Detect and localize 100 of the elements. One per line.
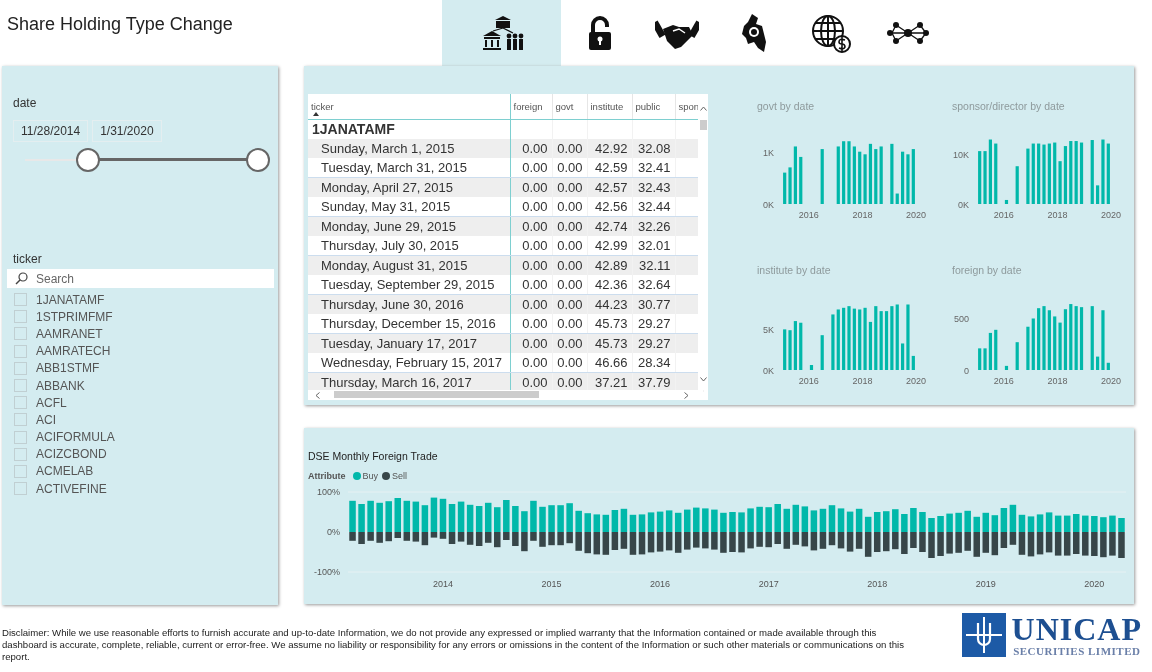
table-cell: 32.41 [637,160,671,175]
ticker-option[interactable]: 1JANATAMF [36,292,105,307]
legend-title: Attribute [308,471,346,481]
table-cell: 0.00 [557,160,583,175]
axis-label: 0K [763,200,774,210]
table-cell: 0.00 [557,258,583,273]
axis-label: 2016 [650,579,671,589]
start-date-field[interactable]: 11/28/2014 [13,120,89,142]
axis-label: 2018 [1047,376,1068,386]
table-cell: 0.00 [522,277,548,292]
ticker-option[interactable]: 1STPRIMFMF [36,309,113,324]
column-header[interactable]: spon [678,101,700,112]
table-cell: 0.00 [557,277,583,292]
axis-label: -100% [314,567,340,577]
axis-label: 1K [763,147,774,158]
table-cell: 0.00 [522,375,548,390]
axis-label: 0 [964,366,969,376]
table-cell: 32.44 [637,199,671,214]
table-cell: 0.00 [557,238,583,253]
table-cell: 0.00 [557,355,583,370]
column-header[interactable]: institute [590,101,624,112]
table-cell: 42.74 [594,219,628,234]
ticker-option[interactable]: ACIZCBOND [36,447,107,462]
table-cell: 0.00 [557,336,583,351]
table-cell: 0.00 [557,141,583,156]
table-cell: Tuesday, September 29, 2015 [321,277,495,292]
legend-label[interactable]: Sell [392,471,408,481]
table-cell: 0.00 [522,336,548,351]
axis-label: 2016 [993,210,1014,220]
table-cell: Tuesday, March 31, 2015 [321,160,467,175]
ticker-option[interactable]: ACFL [36,395,67,410]
logo-subtitle: SECURITIES LIMITED [1013,645,1141,657]
ticker-option[interactable]: ACI [36,412,56,427]
ticker-option[interactable]: ABB1STMF [36,361,100,376]
axis-label: 0% [327,527,340,537]
legend-label[interactable]: Buy [362,471,378,481]
column-header[interactable]: govt [555,101,574,112]
table-cell: 0.00 [522,219,548,234]
column-header[interactable]: public [635,101,661,112]
table-cell: Thursday, March 16, 2017 [321,375,472,390]
table-cell: 29.27 [637,316,671,331]
table-cell: 37.21 [594,375,628,390]
table-cell: 0.00 [522,316,548,331]
table-cell: 42.36 [594,277,628,292]
table-cell: 0.00 [522,258,548,273]
table-cell: 0.00 [557,180,583,195]
table-cell: 0.00 [557,219,583,234]
axis-label: 2018 [852,210,873,220]
table-cell: 32.26 [637,219,671,234]
ticker-option[interactable]: AAMRANET [36,326,103,341]
table-cell: Sunday, May 31, 2015 [321,199,451,214]
ticker-option[interactable]: AAMRATECH [36,344,111,359]
table-cell: 0.00 [522,160,548,175]
axis-label: 2020 [1101,210,1121,220]
table-cell: 29.27 [637,336,671,351]
ticker-option[interactable]: ACMELAB [36,464,94,479]
table-cell: Thursday, June 30, 2016 [321,297,464,312]
search-field[interactable]: Search [7,269,274,288]
table-cell: Monday, June 29, 2015 [321,219,456,234]
table-cell: Tuesday, January 17, 2017 [321,336,478,351]
table-cell: 0.00 [522,141,548,156]
ticker-option[interactable]: ACTIVEFINE [36,481,107,496]
table-cell: 45.73 [594,316,628,331]
table-cell: 28.34 [637,355,671,370]
table-cell: 0.00 [557,316,583,331]
table-cell: Monday, August 31, 2015 [321,258,468,273]
end-date-field[interactable]: 1/31/2020 [92,120,162,142]
chart-title: sponsor/director by date [951,99,1066,112]
axis-label: 0K [958,200,969,210]
axis-label: 500 [953,314,969,325]
table-cell: 0.00 [522,199,548,214]
table-cell: Monday, April 27, 2015 [321,180,453,195]
ticker-option[interactable]: ABBANK [36,378,85,393]
table-cell: 32.43 [637,180,671,195]
table-cell: 37.79 [637,375,671,390]
table-cell: 0.00 [522,297,548,312]
table-cell: 42.57 [594,180,628,195]
table-cell: Thursday, July 30, 2015 [321,238,459,253]
axis-label: 2018 [1047,210,1068,220]
ticker-option[interactable]: ACIFORMULA [36,430,115,445]
chart-title: foreign by date [951,264,1023,276]
axis-label: 100% [316,487,340,497]
column-header[interactable]: ticker [311,101,334,112]
column-header[interactable]: foreign [513,101,543,112]
group-header[interactable]: 1JANATAMF [312,121,395,137]
slicer-label: ticker [13,252,42,266]
table-cell: 42.59 [594,160,628,175]
logo-name: UNICAP [1011,613,1142,645]
chart-title: institute by date [756,264,832,276]
table-cell: 42.99 [594,238,628,253]
table-cell: 0.00 [557,375,583,390]
axis-label: 2020 [1101,376,1121,386]
table-cell: 32.08 [637,141,671,156]
table-cell: 0.00 [522,355,548,370]
axis-label: 2014 [432,579,453,589]
table-cell: 42.92 [594,141,628,156]
axis-label: 2020 [1084,579,1105,589]
table-cell: Sunday, March 1, 2015 [321,141,455,156]
axis-label: 2018 [867,579,888,589]
page-title: Share Holding Type Change [6,13,234,36]
